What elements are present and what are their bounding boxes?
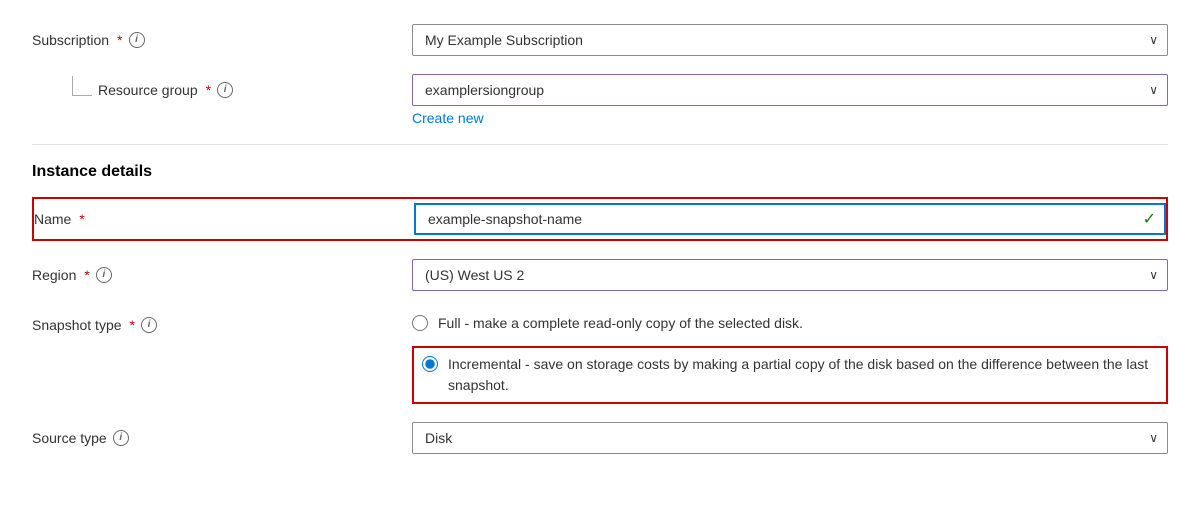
source-type-row: Source type i Disk ∨ <box>32 422 1168 454</box>
snapshot-type-incremental-option: Incremental - save on storage costs by m… <box>412 346 1168 404</box>
source-type-input-col: Disk ∨ <box>412 422 1168 454</box>
snapshot-type-full-option: Full - make a complete read-only copy of… <box>412 309 1168 338</box>
snapshot-type-incremental-radio[interactable] <box>422 356 438 372</box>
subscription-select-wrapper: My Example Subscription ∨ <box>412 24 1168 56</box>
resource-group-label: Resource group <box>98 82 198 98</box>
source-type-select[interactable]: Disk <box>412 422 1168 454</box>
snapshot-type-label-col: Snapshot type * i <box>32 309 412 333</box>
resource-group-label-col: Resource group * i <box>32 74 412 98</box>
subscription-info-icon[interactable]: i <box>129 32 145 48</box>
resource-group-input-col: examplersiongroup ∨ Create new <box>412 74 1168 126</box>
resource-group-select-wrapper: examplersiongroup ∨ <box>412 74 1168 106</box>
resource-group-required: * <box>206 82 211 98</box>
region-label: Region <box>32 267 76 283</box>
name-row-wrapper: Name * ✓ <box>32 197 1168 241</box>
snapshot-type-row: Snapshot type * i Full - make a complete… <box>32 309 1168 404</box>
region-required: * <box>84 267 89 283</box>
region-row: Region * i (US) West US 2 ∨ <box>32 259 1168 291</box>
name-label: Name <box>34 211 71 227</box>
region-input-col: (US) West US 2 ∨ <box>412 259 1168 291</box>
resource-group-row: Resource group * i examplersiongroup ∨ C… <box>32 74 1168 126</box>
name-label-col: Name * <box>34 199 414 239</box>
subscription-input-col: My Example Subscription ∨ <box>412 24 1168 56</box>
source-type-select-wrapper: Disk ∨ <box>412 422 1168 454</box>
source-type-label-col: Source type i <box>32 422 412 446</box>
name-input[interactable] <box>414 203 1166 235</box>
subscription-required: * <box>117 32 122 48</box>
snapshot-type-options: Full - make a complete read-only copy of… <box>412 309 1168 404</box>
create-new-link[interactable]: Create new <box>412 110 484 126</box>
snapshot-type-full-label: Full - make a complete read-only copy of… <box>438 313 803 334</box>
instance-details-title: Instance details <box>32 163 1168 181</box>
name-input-col: ✓ <box>414 199 1166 239</box>
region-select-wrapper: (US) West US 2 ∨ <box>412 259 1168 291</box>
resource-group-select[interactable]: examplersiongroup <box>412 74 1168 106</box>
region-info-icon[interactable]: i <box>96 267 112 283</box>
subscription-select[interactable]: My Example Subscription <box>412 24 1168 56</box>
name-check-icon: ✓ <box>1143 209 1156 229</box>
region-select[interactable]: (US) West US 2 <box>412 259 1168 291</box>
subscription-label: Subscription <box>32 32 109 48</box>
snapshot-type-required: * <box>130 317 135 333</box>
indent-connector <box>72 76 92 96</box>
snapshot-type-incremental-label: Incremental - save on storage costs by m… <box>448 354 1158 396</box>
resource-group-info-icon[interactable]: i <box>217 82 233 98</box>
source-type-label: Source type <box>32 430 107 446</box>
snapshot-type-input-col: Full - make a complete read-only copy of… <box>412 309 1168 404</box>
name-input-wrapper: ✓ <box>414 203 1166 235</box>
name-required: * <box>79 211 84 227</box>
snapshot-type-label: Snapshot type <box>32 317 122 333</box>
subscription-row: Subscription * i My Example Subscription… <box>32 24 1168 56</box>
subscription-label-col: Subscription * i <box>32 24 412 48</box>
snapshot-type-info-icon[interactable]: i <box>141 317 157 333</box>
snapshot-type-full-radio[interactable] <box>412 315 428 331</box>
region-label-col: Region * i <box>32 259 412 283</box>
section-divider <box>32 144 1168 145</box>
source-type-info-icon[interactable]: i <box>113 430 129 446</box>
